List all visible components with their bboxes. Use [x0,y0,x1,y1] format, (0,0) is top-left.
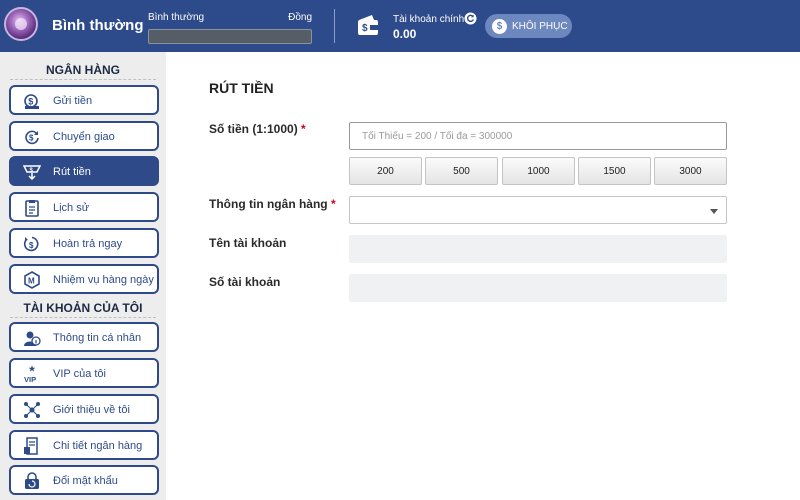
sidebar-item-label: Rút tiền [53,166,91,178]
sidebar-item-label: VIP của tôi [53,368,106,380]
change-password-icon [25,472,39,489]
account-label: Tài khoản chính [393,14,465,25]
svg-text:$: $ [28,97,33,107]
account-number-label: Số tài khoản [209,275,281,289]
sidebar: NGÂN HÀNG $ Gửi tiền $ Chuyển giao $ Rút… [0,52,166,500]
transfer-icon: $ [25,130,39,145]
quick-amount-button[interactable]: 1500 [578,157,651,185]
sidebar-item-daily-mission[interactable]: M Nhiệm vụ hàng ngày [9,264,159,294]
account-name-label: Tên tài khoản [209,236,287,250]
sidebar-item-label: Lịch sử [53,202,90,214]
svg-text:M: M [28,277,35,286]
bank-details-icon [24,437,38,455]
required-mark: * [301,122,306,136]
account-balance: 0.00 [393,27,417,41]
bank-select[interactable] [349,196,727,224]
referral-icon [24,402,40,418]
sidebar-item-rebate[interactable]: $ Hoàn trả ngay [9,228,159,258]
vip-icon: VIP [24,365,36,383]
sidebar-item-transfer[interactable]: $ Chuyển giao [9,121,159,151]
sidebar-item-label: Chuyển giao [53,131,115,143]
withdraw-icon: $ [23,165,41,181]
amount-label: Số tiền (1:1000) * [209,122,306,136]
rank-title: Bình thường [52,17,144,34]
bank-info-label-text: Thông tin ngân hàng [209,197,328,211]
restore-label: KHÔI PHỤC [512,20,568,32]
refresh-icon[interactable] [464,12,477,25]
required-mark: * [330,197,336,211]
wallet-icon: $ [358,15,378,35]
amount-label-text: Số tiền (1:1000) [209,122,298,136]
sidebar-item-label: Nhiệm vụ hàng ngày [53,274,154,286]
header-divider [334,9,335,43]
chevron-down-icon [710,209,718,214]
history-icon [25,200,39,217]
deposit-icon: $ [24,94,39,109]
section-divider [10,79,156,80]
account-section-title: TÀI KHOẢN CỦA TÔI [23,301,143,315]
rank-progress-bar [148,29,312,44]
sidebar-item-deposit[interactable]: $ Gửi tiền [9,85,159,115]
next-rank-label: Đồng [288,12,312,23]
sidebar-item-referral[interactable]: Giới thiệu về tôi [9,394,159,424]
account-number-field [349,274,727,302]
quick-amount-button[interactable]: 1000 [502,157,575,185]
sidebar-item-label: Đổi mật khẩu [53,475,118,487]
rebate-icon: $ [23,236,39,252]
sidebar-item-label: Hoàn trả ngay [53,238,123,250]
daily-mission-icon: M [24,271,40,289]
profile-icon [24,331,41,346]
svg-text:$: $ [29,134,34,143]
sidebar-item-profile[interactable]: Thông tin cá nhân [9,322,159,352]
sidebar-item-vip[interactable]: VIP VIP của tôi [9,358,159,388]
sidebar-item-history[interactable]: Lịch sử [9,192,159,222]
page-title: RÚT TIỀN [209,80,274,96]
restore-button[interactable]: $ KHÔI PHỤC [485,14,572,38]
bank-info-label: Thông tin ngân hàng * [209,197,336,211]
quick-amount-button[interactable]: 3000 [654,157,727,185]
section-divider [10,317,156,318]
svg-text:$: $ [362,23,368,34]
dollar-coin-icon: $ [492,18,507,34]
amount-input[interactable] [349,122,727,150]
bank-section-title: NGÂN HÀNG [46,63,120,77]
sidebar-item-bank-details[interactable]: Chi tiết ngân hàng [9,430,159,460]
sidebar-item-label: Thông tin cá nhân [53,332,142,344]
svg-text:VIP: VIP [24,375,36,383]
quick-amount-button[interactable]: 500 [425,157,498,185]
top-header: Bình thường Bình thường Đồng $ Tài khoản… [0,0,800,52]
sidebar-item-label: Gửi tiền [53,95,93,107]
quick-amount-button[interactable]: 200 [349,157,422,185]
sidebar-item-label: Chi tiết ngân hàng [53,440,143,452]
current-rank-label: Bình thường [148,12,205,23]
account-name-field [349,235,727,263]
sidebar-item-label: Giới thiệu về tôi [53,404,130,416]
svg-text:$: $ [29,241,34,250]
sidebar-item-withdraw[interactable]: $ Rút tiền [9,156,159,186]
rank-badge-icon [4,7,38,41]
sidebar-item-change-password[interactable]: Đổi mật khẩu [9,465,159,495]
